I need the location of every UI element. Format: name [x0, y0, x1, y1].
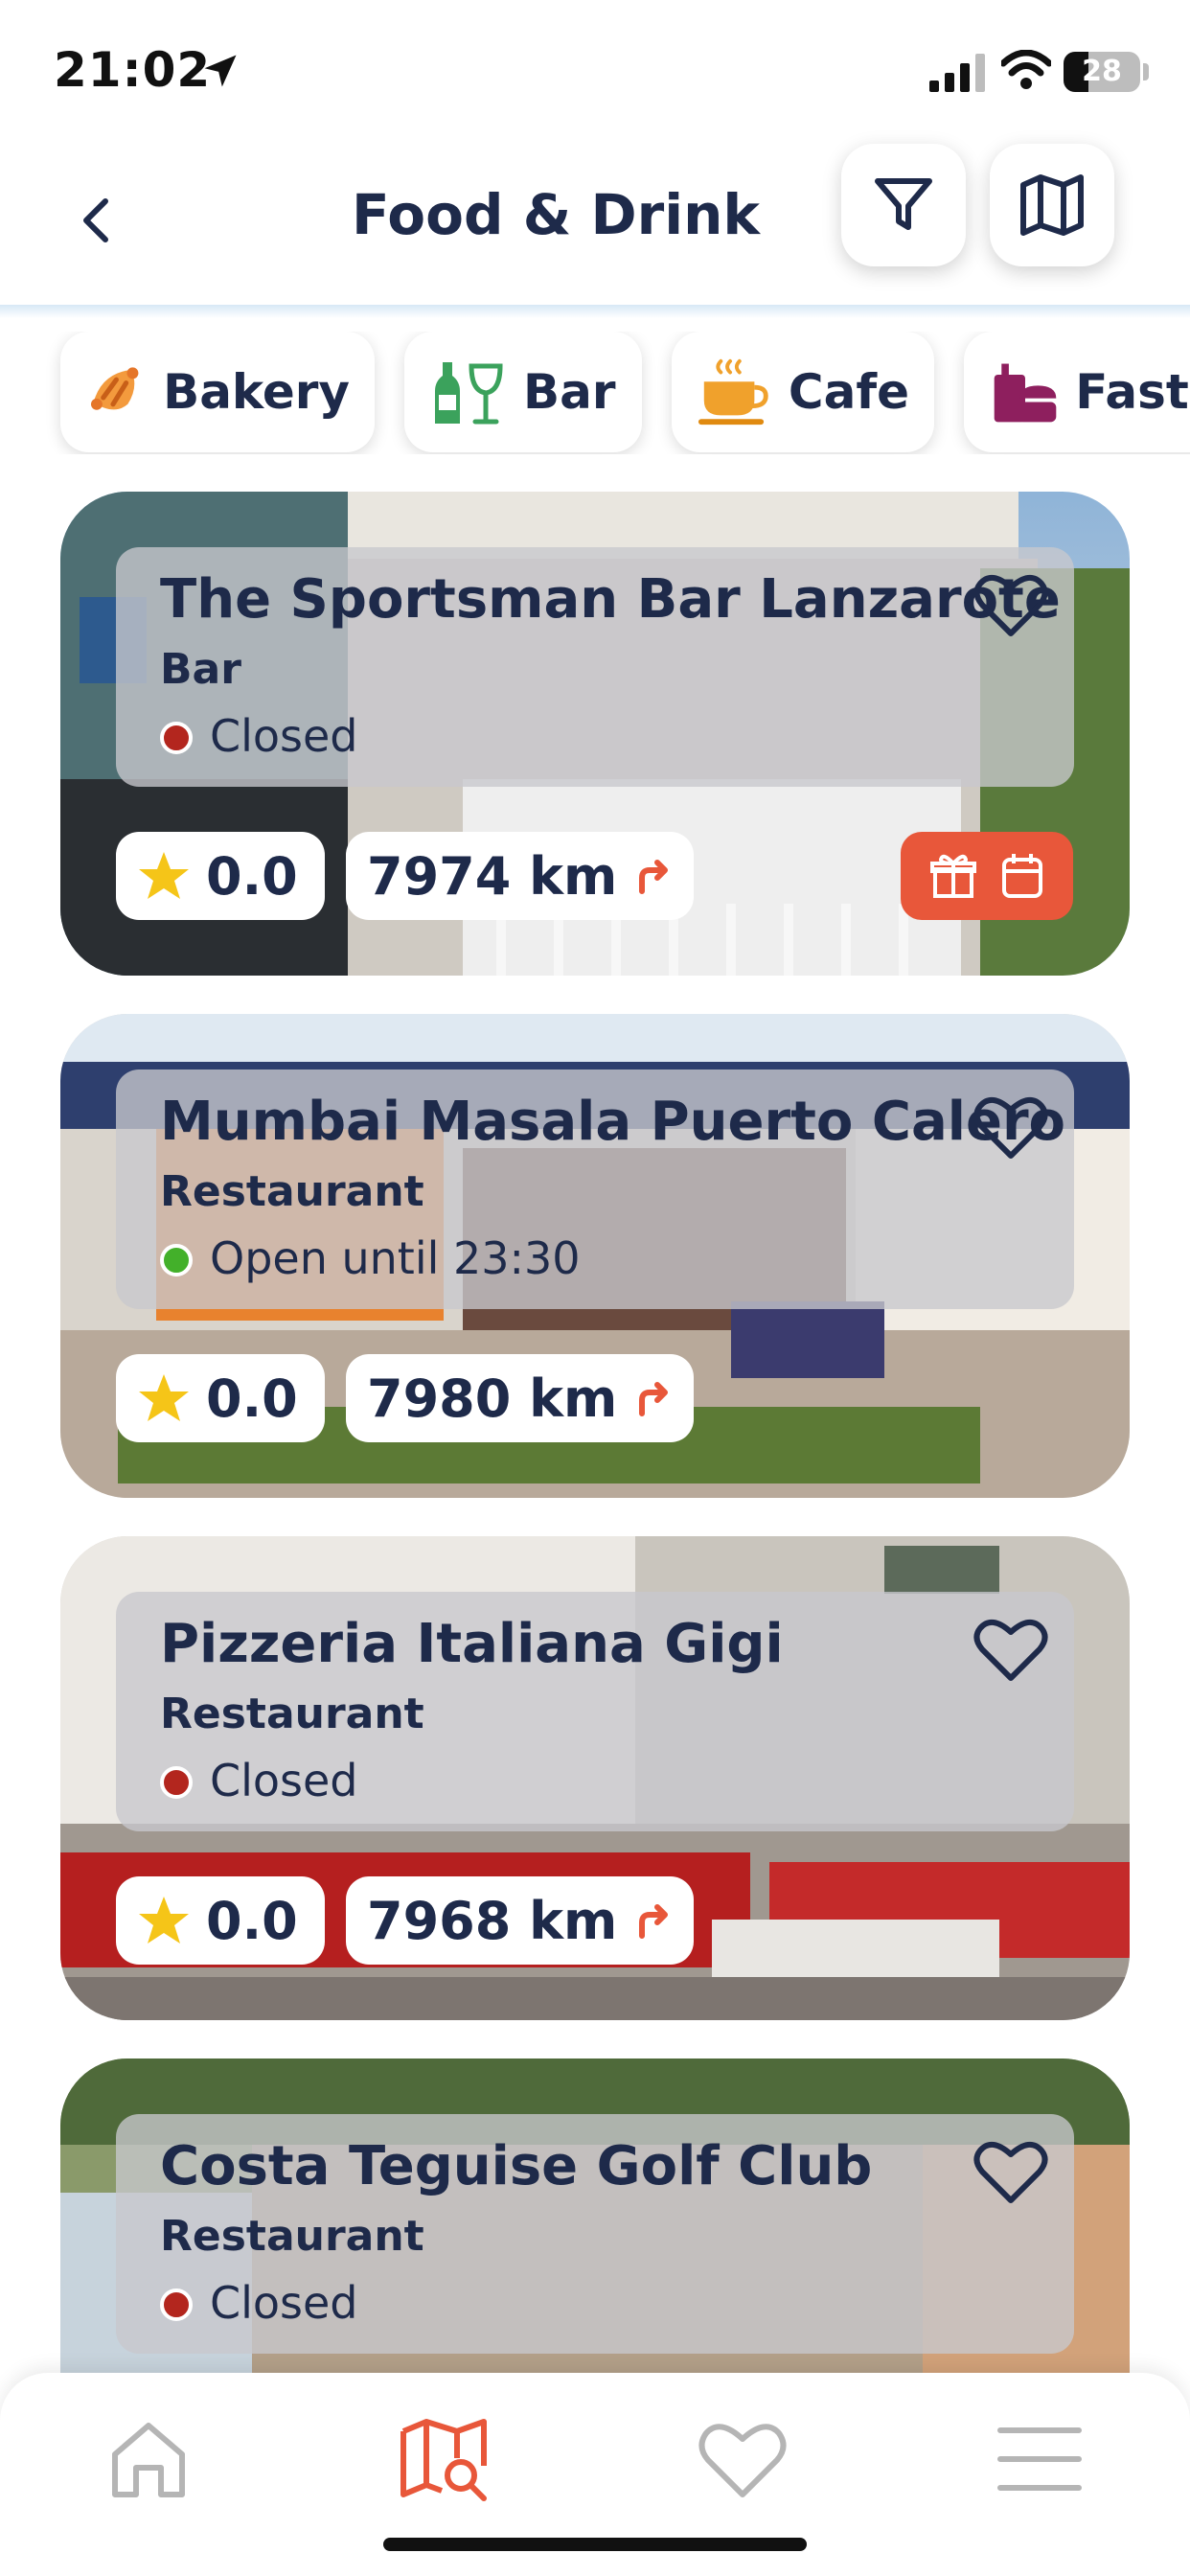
chip-bar[interactable]: Bar — [404, 332, 642, 452]
place-info-panel: Pizzeria Italiana Gigi Restaurant Closed — [116, 1592, 1074, 1831]
chip-label: Cafe — [788, 364, 909, 420]
status-dot — [160, 1766, 193, 1799]
battery-icon: 28 — [1064, 52, 1140, 92]
offers-badge[interactable] — [901, 832, 1073, 920]
place-type: Bar — [160, 645, 241, 694]
favorite-heart-icon[interactable] — [973, 1092, 1049, 1162]
place-status: Closed — [210, 1755, 358, 1806]
distance-pill[interactable]: 7968 km — [346, 1876, 695, 1965]
rating-value: 0.0 — [206, 1890, 298, 1951]
gift-icon — [930, 854, 976, 898]
chip-cafe[interactable]: Cafe — [672, 332, 934, 452]
cellular-signal-icon — [929, 54, 985, 92]
map-search-icon — [400, 2419, 487, 2501]
rating-pill: 0.0 — [116, 832, 325, 920]
calendar-icon — [1002, 854, 1042, 898]
place-card[interactable]: The Sportsman Bar Lanzarote Bar Closed 0… — [60, 492, 1130, 976]
battery-cap — [1143, 63, 1149, 80]
rating-value: 0.0 — [206, 1368, 298, 1429]
star-icon — [139, 1374, 189, 1421]
place-name: Costa Teguise Golf Club — [160, 2135, 873, 2197]
distance-pill[interactable]: 7980 km — [346, 1354, 695, 1442]
directions-arrow-icon — [639, 1904, 669, 1939]
status-time: 21:02 — [54, 42, 212, 98]
distance-value: 7980 km — [367, 1368, 618, 1429]
filter-button[interactable] — [841, 144, 966, 266]
page-title: Food & Drink — [352, 182, 760, 247]
place-info-panel: Costa Teguise Golf Club Restaurant Close… — [116, 2114, 1074, 2354]
heart-icon — [698, 2424, 787, 2497]
fast-food-icon — [994, 363, 1057, 423]
nav-home[interactable] — [96, 2411, 201, 2507]
status-dot — [160, 2288, 193, 2321]
header: Food & Drink — [0, 144, 1190, 307]
favorite-heart-icon[interactable] — [973, 1615, 1049, 1684]
wifi-icon — [1001, 50, 1051, 89]
rating-value: 0.0 — [206, 845, 298, 907]
status-dot — [160, 1244, 193, 1276]
nav-favorites[interactable] — [690, 2411, 795, 2507]
back-chevron-icon[interactable] — [67, 192, 125, 249]
nav-menu[interactable] — [987, 2411, 1092, 2507]
chip-label: Fast f — [1075, 364, 1190, 420]
battery-level: 28 — [1082, 55, 1122, 88]
place-card[interactable]: Mumbai Masala Puerto Calero Restaurant O… — [60, 1014, 1130, 1498]
location-arrow-icon — [204, 55, 237, 87]
chip-fast-food[interactable]: Fast f — [964, 332, 1190, 452]
distance-pill[interactable]: 7974 km — [346, 832, 695, 920]
coffee-cup-icon — [698, 358, 768, 426]
nav-explore-map[interactable] — [393, 2411, 498, 2507]
map-button[interactable] — [990, 144, 1114, 266]
place-info-panel: The Sportsman Bar Lanzarote Bar Closed — [116, 547, 1074, 787]
bottle-glass-icon — [435, 362, 503, 425]
star-icon — [139, 1897, 189, 1944]
map-icon — [1020, 174, 1084, 236]
place-info-panel: Mumbai Masala Puerto Calero Restaurant O… — [116, 1070, 1074, 1309]
filter-icon — [875, 178, 932, 230]
distance-value: 7968 km — [367, 1890, 618, 1951]
place-type: Restaurant — [160, 1167, 424, 1216]
category-chips: Bakery Bar Cafe Fast f — [0, 332, 1190, 454]
place-type: Restaurant — [160, 1690, 424, 1738]
home-icon — [112, 2423, 185, 2497]
chip-bakery[interactable]: Bakery — [60, 332, 375, 452]
rating-pill: 0.0 — [116, 1354, 325, 1442]
header-divider — [0, 305, 1190, 318]
directions-arrow-icon — [639, 860, 669, 894]
place-name: Mumbai Masala Puerto Calero — [160, 1091, 1066, 1153]
chip-label: Bar — [523, 364, 616, 420]
place-name: The Sportsman Bar Lanzarote — [160, 568, 1061, 631]
favorite-heart-icon[interactable] — [973, 570, 1049, 639]
place-status: Open until 23:30 — [210, 1232, 581, 1284]
favorite-heart-icon[interactable] — [973, 2137, 1049, 2206]
croissant-icon — [90, 367, 139, 410]
home-indicator — [383, 2538, 807, 2551]
status-bar: 21:02 28 — [0, 0, 1190, 144]
place-card[interactable]: Pizzeria Italiana Gigi Restaurant Closed… — [60, 1536, 1130, 2020]
status-dot — [160, 722, 193, 754]
rating-pill: 0.0 — [116, 1876, 325, 1965]
place-status: Closed — [210, 2277, 358, 2329]
menu-icon — [997, 2427, 1082, 2491]
place-status: Closed — [210, 710, 358, 762]
star-icon — [139, 852, 189, 899]
distance-value: 7974 km — [367, 845, 618, 907]
place-type: Restaurant — [160, 2212, 424, 2261]
directions-arrow-icon — [639, 1382, 669, 1416]
chip-label: Bakery — [163, 364, 350, 420]
place-name: Pizzeria Italiana Gigi — [160, 1613, 784, 1675]
bottom-navigation — [0, 2373, 1190, 2576]
